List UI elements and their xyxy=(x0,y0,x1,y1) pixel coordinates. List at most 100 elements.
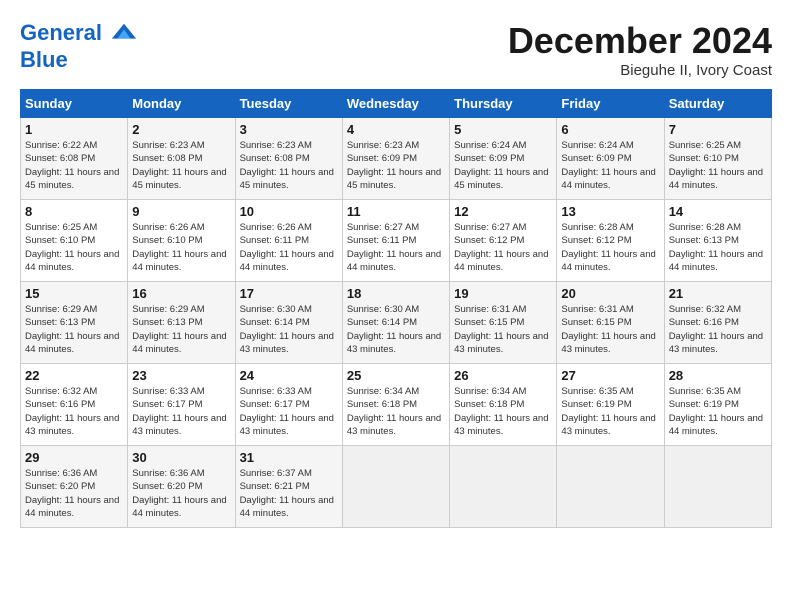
day-number: 9 xyxy=(132,204,230,219)
day-number: 31 xyxy=(240,450,338,465)
day-info: Sunrise: 6:29 AMSunset: 6:13 PMDaylight:… xyxy=(132,303,230,356)
day-number: 6 xyxy=(561,122,659,137)
day-number: 26 xyxy=(454,368,552,383)
day-number: 14 xyxy=(669,204,767,219)
day-number: 30 xyxy=(132,450,230,465)
day-number: 7 xyxy=(669,122,767,137)
day-info: Sunrise: 6:27 AMSunset: 6:12 PMDaylight:… xyxy=(454,221,552,274)
day-info: Sunrise: 6:31 AMSunset: 6:15 PMDaylight:… xyxy=(454,303,552,356)
calendar-cell: 4 Sunrise: 6:23 AMSunset: 6:09 PMDaylight… xyxy=(342,118,449,200)
day-info: Sunrise: 6:33 AMSunset: 6:17 PMDaylight:… xyxy=(240,385,338,438)
day-number: 27 xyxy=(561,368,659,383)
weekday-header-monday: Monday xyxy=(128,90,235,118)
day-number: 28 xyxy=(669,368,767,383)
day-info: Sunrise: 6:23 AMSunset: 6:08 PMDaylight:… xyxy=(240,139,338,192)
calendar-week-row: 1Sunrise: 6:22 AMSunset: 6:08 PMDaylight… xyxy=(21,118,772,200)
calendar-cell: 29 Sunrise: 6:36 AMSunset: 6:20 PMDayligh… xyxy=(21,446,128,528)
calendar-cell: 28Sunrise: 6:35 AMSunset: 6:19 PMDayligh… xyxy=(664,364,771,446)
day-number: 5 xyxy=(454,122,552,137)
calendar-table: SundayMondayTuesdayWednesdayThursdayFrid… xyxy=(20,89,772,528)
day-number: 8 xyxy=(25,204,123,219)
calendar-cell: 24 Sunrise: 6:33 AMSunset: 6:17 PMDayligh… xyxy=(235,364,342,446)
calendar-cell: 7 Sunrise: 6:25 AMSunset: 6:10 PMDaylight… xyxy=(664,118,771,200)
day-number: 16 xyxy=(132,286,230,301)
day-info: Sunrise: 6:32 AMSunset: 6:16 PMDaylight:… xyxy=(669,303,767,356)
calendar-week-row: 22 Sunrise: 6:32 AMSunset: 6:16 PMDayligh… xyxy=(21,364,772,446)
calendar-cell: 18 Sunrise: 6:30 AMSunset: 6:14 PMDayligh… xyxy=(342,282,449,364)
day-info: Sunrise: 6:35 AMSunset: 6:19 PMDaylight:… xyxy=(561,385,659,438)
calendar-week-row: 15 Sunrise: 6:29 AMSunset: 6:13 PMDayligh… xyxy=(21,282,772,364)
day-number: 19 xyxy=(454,286,552,301)
calendar-cell: 30 Sunrise: 6:36 AMSunset: 6:20 PMDayligh… xyxy=(128,446,235,528)
day-number: 29 xyxy=(25,450,123,465)
calendar-cell xyxy=(557,446,664,528)
calendar-cell: 31 Sunrise: 6:37 AMSunset: 6:21 PMDayligh… xyxy=(235,446,342,528)
day-number: 12 xyxy=(454,204,552,219)
day-number: 20 xyxy=(561,286,659,301)
day-info: Sunrise: 6:30 AMSunset: 6:14 PMDaylight:… xyxy=(240,303,338,356)
day-info: Sunrise: 6:34 AMSunset: 6:18 PMDaylight:… xyxy=(347,385,445,438)
location-subtitle: Bieguhe II, Ivory Coast xyxy=(508,62,772,79)
weekday-header-wednesday: Wednesday xyxy=(342,90,449,118)
day-info: Sunrise: 6:25 AMSunset: 6:10 PMDaylight:… xyxy=(669,139,767,192)
day-info: Sunrise: 6:37 AMSunset: 6:21 PMDaylight:… xyxy=(240,467,338,520)
page-header: General Blue December 2024 Bieguhe II, I… xyxy=(20,20,772,79)
calendar-cell: 25 Sunrise: 6:34 AMSunset: 6:18 PMDayligh… xyxy=(342,364,449,446)
logo-text: General xyxy=(20,20,138,48)
day-info: Sunrise: 6:24 AMSunset: 6:09 PMDaylight:… xyxy=(561,139,659,192)
calendar-cell: 20 Sunrise: 6:31 AMSunset: 6:15 PMDayligh… xyxy=(557,282,664,364)
weekday-header-thursday: Thursday xyxy=(450,90,557,118)
calendar-cell: 1Sunrise: 6:22 AMSunset: 6:08 PMDaylight… xyxy=(21,118,128,200)
calendar-cell: 6 Sunrise: 6:24 AMSunset: 6:09 PMDaylight… xyxy=(557,118,664,200)
calendar-cell: 11 Sunrise: 6:27 AMSunset: 6:11 PMDayligh… xyxy=(342,200,449,282)
calendar-cell: 23 Sunrise: 6:33 AMSunset: 6:17 PMDayligh… xyxy=(128,364,235,446)
weekday-header-friday: Friday xyxy=(557,90,664,118)
day-info: Sunrise: 6:36 AMSunset: 6:20 PMDaylight:… xyxy=(132,467,230,520)
calendar-cell: 15 Sunrise: 6:29 AMSunset: 6:13 PMDayligh… xyxy=(21,282,128,364)
day-info: Sunrise: 6:30 AMSunset: 6:14 PMDaylight:… xyxy=(347,303,445,356)
calendar-cell: 2 Sunrise: 6:23 AMSunset: 6:08 PMDaylight… xyxy=(128,118,235,200)
day-info: Sunrise: 6:26 AMSunset: 6:10 PMDaylight:… xyxy=(132,221,230,274)
day-info: Sunrise: 6:31 AMSunset: 6:15 PMDaylight:… xyxy=(561,303,659,356)
calendar-cell: 12 Sunrise: 6:27 AMSunset: 6:12 PMDayligh… xyxy=(450,200,557,282)
calendar-cell xyxy=(342,446,449,528)
calendar-cell: 10Sunrise: 6:26 AMSunset: 6:11 PMDayligh… xyxy=(235,200,342,282)
weekday-header-sunday: Sunday xyxy=(21,90,128,118)
day-number: 23 xyxy=(132,368,230,383)
day-number: 2 xyxy=(132,122,230,137)
day-number: 15 xyxy=(25,286,123,301)
calendar-cell: 19 Sunrise: 6:31 AMSunset: 6:15 PMDayligh… xyxy=(450,282,557,364)
calendar-cell: 14Sunrise: 6:28 AMSunset: 6:13 PMDayligh… xyxy=(664,200,771,282)
day-number: 18 xyxy=(347,286,445,301)
calendar-cell: 21Sunrise: 6:32 AMSunset: 6:16 PMDayligh… xyxy=(664,282,771,364)
day-info: Sunrise: 6:28 AMSunset: 6:12 PMDaylight:… xyxy=(561,221,659,274)
calendar-cell: 3Sunrise: 6:23 AMSunset: 6:08 PMDaylight… xyxy=(235,118,342,200)
day-number: 24 xyxy=(240,368,338,383)
day-info: Sunrise: 6:36 AMSunset: 6:20 PMDaylight:… xyxy=(25,467,123,520)
day-info: Sunrise: 6:29 AMSunset: 6:13 PMDaylight:… xyxy=(25,303,123,356)
day-info: Sunrise: 6:33 AMSunset: 6:17 PMDaylight:… xyxy=(132,385,230,438)
calendar-cell: 13Sunrise: 6:28 AMSunset: 6:12 PMDayligh… xyxy=(557,200,664,282)
day-info: Sunrise: 6:27 AMSunset: 6:11 PMDaylight:… xyxy=(347,221,445,274)
calendar-cell: 16 Sunrise: 6:29 AMSunset: 6:13 PMDayligh… xyxy=(128,282,235,364)
day-info: Sunrise: 6:22 AMSunset: 6:08 PMDaylight:… xyxy=(25,139,123,192)
day-info: Sunrise: 6:23 AMSunset: 6:08 PMDaylight:… xyxy=(132,139,230,192)
logo: General Blue xyxy=(20,20,138,72)
day-info: Sunrise: 6:23 AMSunset: 6:09 PMDaylight:… xyxy=(347,139,445,192)
calendar-cell: 26 Sunrise: 6:34 AMSunset: 6:18 PMDayligh… xyxy=(450,364,557,446)
calendar-week-row: 8 Sunrise: 6:25 AMSunset: 6:10 PMDaylight… xyxy=(21,200,772,282)
weekday-header-saturday: Saturday xyxy=(664,90,771,118)
calendar-cell: 22 Sunrise: 6:32 AMSunset: 6:16 PMDayligh… xyxy=(21,364,128,446)
day-number: 25 xyxy=(347,368,445,383)
logo-blue-text: Blue xyxy=(20,48,138,72)
month-title: December 2024 xyxy=(508,20,772,62)
day-number: 22 xyxy=(25,368,123,383)
calendar-week-row: 29 Sunrise: 6:36 AMSunset: 6:20 PMDayligh… xyxy=(21,446,772,528)
day-info: Sunrise: 6:26 AMSunset: 6:11 PMDaylight:… xyxy=(240,221,338,274)
day-number: 11 xyxy=(347,204,445,219)
day-info: Sunrise: 6:34 AMSunset: 6:18 PMDaylight:… xyxy=(454,385,552,438)
day-number: 4 xyxy=(347,122,445,137)
calendar-cell: 17Sunrise: 6:30 AMSunset: 6:14 PMDayligh… xyxy=(235,282,342,364)
day-info: Sunrise: 6:32 AMSunset: 6:16 PMDaylight:… xyxy=(25,385,123,438)
day-info: Sunrise: 6:25 AMSunset: 6:10 PMDaylight:… xyxy=(25,221,123,274)
